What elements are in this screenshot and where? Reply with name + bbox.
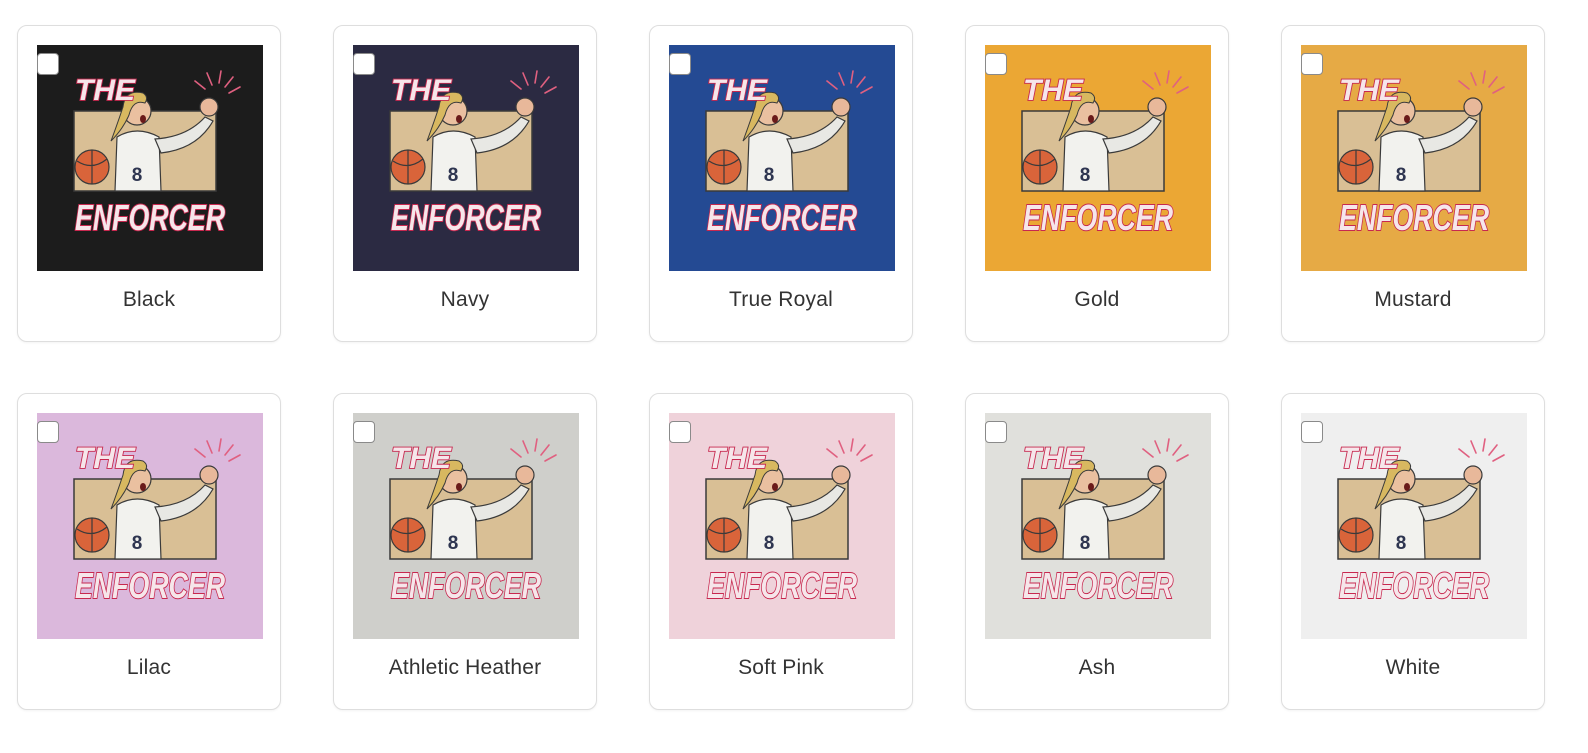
color-name-label: Black bbox=[122, 288, 176, 311]
select-color-checkbox[interactable] bbox=[669, 53, 691, 75]
color-name-label: Navy bbox=[440, 288, 490, 311]
svg-text:8: 8 bbox=[764, 165, 775, 186]
color-option-ash[interactable]: 8 THE ENFORCER Ash bbox=[965, 393, 1229, 710]
svg-text:THE: THE bbox=[707, 74, 768, 107]
svg-text:THE: THE bbox=[707, 442, 768, 475]
product-thumbnail[interactable]: 8 THE ENFORCER bbox=[1301, 413, 1527, 639]
select-color-checkbox[interactable] bbox=[37, 421, 59, 443]
select-color-checkbox[interactable] bbox=[985, 421, 1007, 443]
svg-text:THE: THE bbox=[1023, 74, 1084, 107]
design-preview-image: 8 THE ENFORCER bbox=[669, 45, 895, 271]
select-color-checkbox[interactable] bbox=[1301, 421, 1323, 443]
svg-text:THE: THE bbox=[1023, 442, 1084, 475]
svg-text:8: 8 bbox=[1396, 165, 1407, 186]
design-preview-image: 8 THE ENFORCER bbox=[985, 45, 1211, 271]
svg-text:THE: THE bbox=[75, 442, 136, 475]
svg-text:ENFORCER: ENFORCER bbox=[75, 197, 225, 238]
svg-text:ENFORCER: ENFORCER bbox=[391, 565, 541, 606]
svg-text:THE: THE bbox=[391, 442, 452, 475]
svg-text:8: 8 bbox=[1080, 165, 1091, 186]
product-thumbnail[interactable]: 8 THE ENFORCER bbox=[1301, 45, 1527, 271]
product-thumbnail[interactable]: 8 THE ENFORCER bbox=[37, 413, 263, 639]
color-option-navy[interactable]: 8 THE ENFORCER Navy bbox=[333, 25, 597, 342]
color-option-gold[interactable]: 8 THE ENFORCER Gold bbox=[965, 25, 1229, 342]
svg-text:8: 8 bbox=[448, 533, 459, 554]
design-preview-image: 8 THE ENFORCER bbox=[37, 45, 263, 271]
svg-text:ENFORCER: ENFORCER bbox=[391, 197, 541, 238]
color-option-lilac[interactable]: 8 THE ENFORCER Lilac bbox=[17, 393, 281, 710]
color-option-mustard[interactable]: 8 THE ENFORCER Mustard bbox=[1281, 25, 1545, 342]
color-name-label: Soft Pink bbox=[738, 656, 824, 679]
svg-text:8: 8 bbox=[132, 533, 143, 554]
svg-text:THE: THE bbox=[1339, 442, 1400, 475]
svg-text:8: 8 bbox=[132, 165, 143, 186]
color-name-label: Lilac bbox=[126, 656, 172, 679]
svg-text:THE: THE bbox=[391, 74, 452, 107]
select-color-checkbox[interactable] bbox=[353, 421, 375, 443]
color-name-label: True Royal bbox=[729, 288, 833, 311]
svg-text:ENFORCER: ENFORCER bbox=[1023, 197, 1173, 238]
color-option-true-royal[interactable]: 8 THE ENFORCER True Royal bbox=[649, 25, 913, 342]
product-thumbnail[interactable]: 8 THE ENFORCER bbox=[353, 413, 579, 639]
svg-text:THE: THE bbox=[75, 74, 136, 107]
color-name-label: Gold bbox=[1074, 288, 1120, 311]
svg-text:ENFORCER: ENFORCER bbox=[1339, 197, 1489, 238]
color-name-label: Mustard bbox=[1374, 288, 1452, 311]
product-thumbnail[interactable]: 8 THE ENFORCER bbox=[353, 45, 579, 271]
design-preview-image: 8 THE ENFORCER bbox=[1301, 413, 1527, 639]
svg-text:ENFORCER: ENFORCER bbox=[707, 197, 857, 238]
color-option-black[interactable]: 8 THE ENFORCER Black bbox=[17, 25, 281, 342]
svg-text:THE: THE bbox=[1339, 74, 1400, 107]
svg-text:8: 8 bbox=[1396, 533, 1407, 554]
color-swatch-grid: 8 THE ENFORCER Black 8 THE ENFORCER Navy… bbox=[0, 0, 1588, 753]
svg-text:8: 8 bbox=[764, 533, 775, 554]
color-option-white[interactable]: 8 THE ENFORCER White bbox=[1281, 393, 1545, 710]
color-option-soft-pink[interactable]: 8 THE ENFORCER Soft Pink bbox=[649, 393, 913, 710]
select-color-checkbox[interactable] bbox=[1301, 53, 1323, 75]
color-option-athletic-heather[interactable]: 8 THE ENFORCER Athletic Heather bbox=[333, 393, 597, 710]
svg-text:ENFORCER: ENFORCER bbox=[75, 565, 225, 606]
svg-text:8: 8 bbox=[448, 165, 459, 186]
select-color-checkbox[interactable] bbox=[669, 421, 691, 443]
product-thumbnail[interactable]: 8 THE ENFORCER bbox=[985, 45, 1211, 271]
design-preview-image: 8 THE ENFORCER bbox=[37, 413, 263, 639]
design-preview-image: 8 THE ENFORCER bbox=[985, 413, 1211, 639]
color-name-label: Athletic Heather bbox=[388, 656, 542, 679]
select-color-checkbox[interactable] bbox=[353, 53, 375, 75]
color-name-label: Ash bbox=[1078, 656, 1116, 679]
product-thumbnail[interactable]: 8 THE ENFORCER bbox=[669, 413, 895, 639]
design-preview-image: 8 THE ENFORCER bbox=[669, 413, 895, 639]
select-color-checkbox[interactable] bbox=[985, 53, 1007, 75]
select-color-checkbox[interactable] bbox=[37, 53, 59, 75]
design-preview-image: 8 THE ENFORCER bbox=[1301, 45, 1527, 271]
design-preview-image: 8 THE ENFORCER bbox=[353, 413, 579, 639]
product-thumbnail[interactable]: 8 THE ENFORCER bbox=[669, 45, 895, 271]
svg-text:8: 8 bbox=[1080, 533, 1091, 554]
product-thumbnail[interactable]: 8 THE ENFORCER bbox=[37, 45, 263, 271]
svg-text:ENFORCER: ENFORCER bbox=[707, 565, 857, 606]
design-preview-image: 8 THE ENFORCER bbox=[353, 45, 579, 271]
color-name-label: White bbox=[1385, 656, 1441, 679]
product-thumbnail[interactable]: 8 THE ENFORCER bbox=[985, 413, 1211, 639]
svg-text:ENFORCER: ENFORCER bbox=[1023, 565, 1173, 606]
svg-text:ENFORCER: ENFORCER bbox=[1339, 565, 1489, 606]
